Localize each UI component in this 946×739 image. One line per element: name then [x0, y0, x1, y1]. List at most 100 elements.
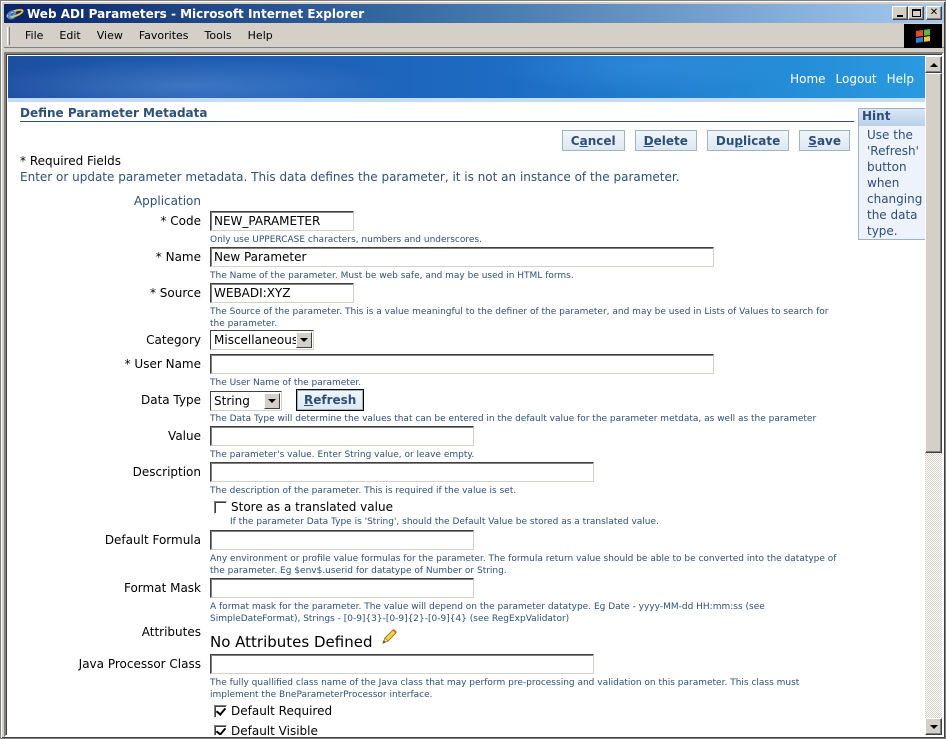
edit-pencil-icon[interactable] [380, 628, 398, 646]
menu-bar: File Edit View Favorites Tools Help [4, 24, 944, 48]
menu-edit[interactable]: Edit [52, 27, 87, 44]
application-label: Application [133, 194, 201, 208]
scrollbar-thumb[interactable] [925, 73, 942, 453]
scroll-down-arrow-icon[interactable] [925, 718, 942, 735]
save-accesskey: S [808, 133, 817, 148]
data-type-select[interactable]: String [210, 391, 282, 411]
dropdown-arrow-icon[interactable] [296, 332, 312, 348]
default-required-checkbox[interactable] [214, 704, 227, 718]
default-formula-help: Any environment or profile value formula… [210, 554, 837, 576]
required-fields-note: * Required Fields [20, 154, 121, 168]
internet-explorer-icon: e [5, 5, 25, 23]
minimize-button[interactable] [892, 6, 908, 20]
maximize-icon [911, 9, 921, 17]
hint-title: Hint [859, 109, 925, 126]
browser-viewport: Home Logout Help Define Parameter Metada… [4, 52, 944, 737]
close-button[interactable]: ✕ [926, 6, 942, 20]
description-help: The description of the parameter. This i… [210, 486, 517, 496]
window-title: Web ADI Parameters - Microsoft Internet … [27, 6, 365, 21]
default-required-label: Default Required [231, 704, 333, 718]
cancel-accesskey: a [579, 133, 588, 148]
default-required-row: Default Required [214, 704, 332, 718]
attributes-value: No Attributes Defined [210, 633, 373, 651]
vertical-scrollbar[interactable] [925, 56, 942, 735]
title-bar: e Web ADI Parameters - Microsoft Interne… [4, 4, 944, 23]
category-label: Category [146, 333, 201, 347]
store-translated-label: Store as a translated value [231, 500, 393, 514]
store-translated-checkbox[interactable] [214, 500, 227, 514]
data-type-selected-value: String [214, 394, 250, 408]
home-link[interactable]: Home [790, 72, 825, 86]
java-processor-class-input[interactable] [210, 654, 594, 674]
cancel-button[interactable]: Ca ncel [561, 130, 625, 151]
save-label-post: ave [816, 133, 841, 148]
source-label: * Source [149, 286, 201, 300]
data-type-label: Data Type [140, 393, 201, 407]
menu-file[interactable]: File [18, 27, 50, 44]
source-input[interactable] [210, 283, 354, 303]
user-name-input[interactable] [210, 354, 714, 374]
dropdown-arrow-icon[interactable] [264, 393, 280, 409]
default-visible-label: Default Visible [231, 724, 318, 737]
refresh-label: efresh [313, 393, 357, 407]
menu-favorites[interactable]: Favorites [132, 27, 196, 44]
maximize-button[interactable] [908, 6, 924, 20]
page-title: Define Parameter Metadata [20, 106, 208, 120]
refresh-button[interactable]: Refresh [296, 389, 365, 411]
name-help: The Name of the parameter. Must be web s… [210, 271, 574, 281]
user-name-help: The User Name of the parameter. [210, 378, 362, 388]
refresh-accesskey: R [304, 393, 314, 407]
minimize-icon [897, 15, 903, 17]
code-input[interactable] [210, 211, 354, 231]
default-visible-checkbox[interactable] [214, 724, 227, 735]
close-icon: ✕ [929, 7, 939, 18]
global-links: Home Logout Help [790, 72, 914, 86]
default-formula-label: Default Formula [104, 533, 201, 547]
action-buttons: Ca ncel Delete Du p licate Save [561, 130, 850, 151]
store-translated-row: Store as a translated value [214, 500, 393, 514]
save-button[interactable]: Save [799, 130, 850, 151]
delete-button[interactable]: Delete [634, 130, 697, 151]
category-select[interactable]: Miscellaneous [210, 330, 314, 350]
name-label: * Name [155, 250, 201, 264]
category-selected-value: Miscellaneous [214, 333, 299, 347]
duplicate-button[interactable]: Du p licate [706, 130, 790, 151]
code-help: Only use UPPERCASE characters, numbers a… [210, 235, 482, 245]
scroll-up-arrow-icon[interactable] [925, 56, 942, 73]
intro-text: Enter or update parameter metadata. This… [20, 170, 680, 184]
hint-body: Use the 'Refresh' button when changing t… [867, 128, 923, 238]
help-link[interactable]: Help [887, 72, 914, 86]
source-help: The Source of the parameter. This is a v… [210, 307, 829, 329]
windows-logo-throbber [904, 24, 942, 48]
window-controls: ✕ [892, 6, 942, 20]
logout-link[interactable]: Logout [836, 72, 877, 86]
delete-label-post: elete [653, 133, 688, 148]
default-visible-row: Default Visible [214, 724, 318, 737]
store-translated-help: If the parameter Data Type is 'String', … [230, 517, 659, 527]
menu-tools[interactable]: Tools [198, 27, 239, 44]
description-label: Description [132, 465, 201, 479]
menu-help[interactable]: Help [241, 27, 280, 44]
browser-window: e Web ADI Parameters - Microsoft Interne… [0, 0, 946, 739]
menu-view[interactable]: View [90, 27, 130, 44]
value-input[interactable] [210, 426, 474, 446]
format-mask-label: Format Mask [123, 581, 201, 595]
user-name-label: * User Name [124, 357, 201, 371]
name-input[interactable] [210, 247, 714, 267]
description-input[interactable] [210, 462, 594, 482]
default-formula-input[interactable] [210, 530, 474, 550]
delete-accesskey: D [643, 133, 654, 148]
format-mask-input[interactable] [210, 578, 474, 598]
page-content: Define Parameter Metadata Ca ncel Delete … [8, 102, 926, 737]
duplicate-accesskey: p [734, 133, 743, 148]
cancel-label-pre: C [570, 133, 580, 148]
branding-banner: Home Logout Help [8, 56, 926, 98]
toolbar-grip[interactable] [7, 26, 10, 45]
duplicate-label-pre: Du [715, 133, 735, 148]
cancel-label-post: ncel [587, 133, 616, 148]
value-help: The parameter's value. Enter String valu… [210, 450, 475, 460]
value-label: Value [168, 429, 201, 443]
format-mask-help: A format mask for the parameter. The val… [210, 602, 765, 624]
windows-flag-icon [916, 29, 930, 43]
java-processor-class-help: The fully quallified class name of the J… [210, 678, 800, 700]
